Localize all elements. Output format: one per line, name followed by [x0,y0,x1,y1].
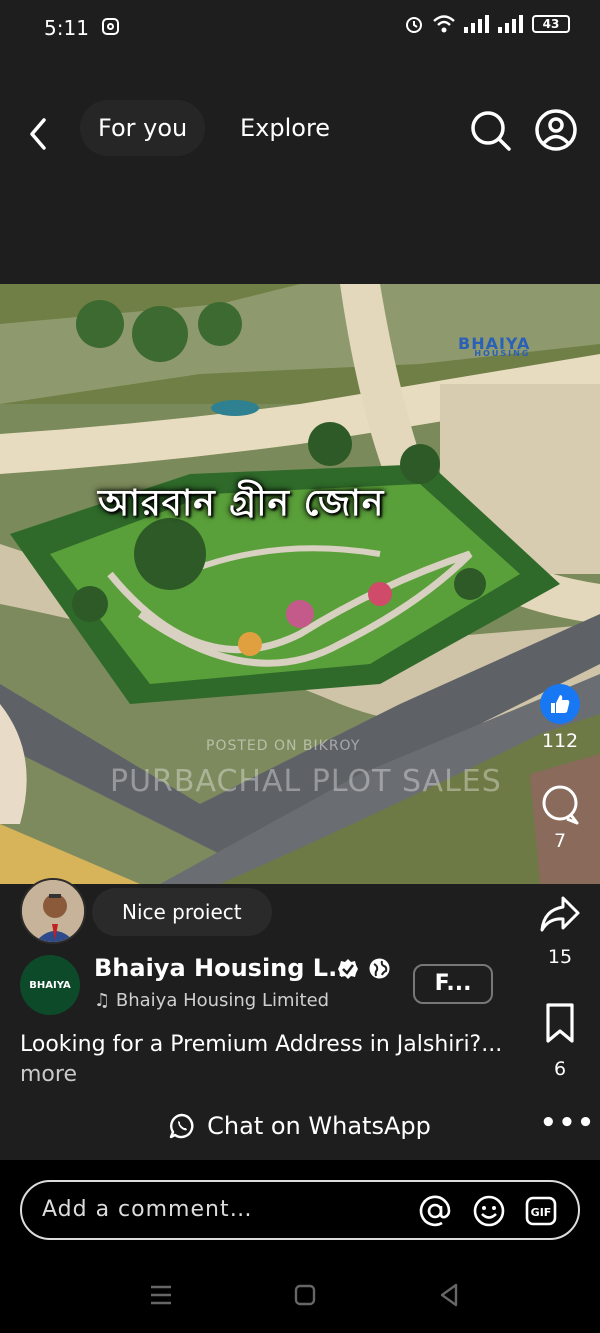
more-options-icon[interactable]: ••• [540,1108,594,1138]
watermark-posted-on: POSTED ON BIKROY [206,738,361,754]
back-arrow-icon[interactable] [22,116,58,152]
top-header: For you Explore [0,56,600,284]
music-note-icon: ♫ [94,990,111,1011]
instagram-icon [102,18,119,35]
audio-track[interactable]: ♫ Bhaiya Housing Limited [94,990,329,1011]
like-icon[interactable] [540,684,580,724]
audio-track-name: Bhaiya Housing Limited [115,990,330,1011]
verified-badge-icon [338,959,358,979]
system-nav-bar [0,1260,600,1333]
share-count: 15 [547,946,573,968]
signal-icon [464,15,489,33]
status-bar: 5:11 43 [0,0,600,56]
profile-icon[interactable] [534,108,578,152]
comment-placeholder: Add a comment… [42,1197,253,1222]
svg-text:GIF: GIF [531,1206,552,1219]
home-icon[interactable] [290,1280,320,1310]
comment-action[interactable]: 7 [528,784,592,852]
recent-apps-icon[interactable] [146,1280,176,1310]
caption-more-link[interactable]: more [20,1062,77,1087]
signal-icon-2 [498,15,523,33]
search-icon[interactable] [468,108,512,152]
whatsapp-icon [169,1113,194,1139]
follow-button[interactable]: F... [413,964,493,1004]
comment-count: 7 [553,830,567,852]
comment-input[interactable]: Add a comment… GIF [20,1180,580,1240]
caption-text: Looking for a Premium Address in Jalshir… [20,1032,503,1057]
save-count: 6 [553,1058,567,1080]
bookmark-icon[interactable] [543,1002,577,1044]
watermark-sales-text: PURBACHAL PLOT SALES [110,764,502,799]
tab-for-you[interactable]: For you [80,100,206,156]
alarm-icon [406,17,422,33]
commenter-avatar[interactable] [20,878,86,944]
wifi-icon [433,15,455,33]
whatsapp-cta-button[interactable]: Chat on WhatsApp [100,1098,500,1154]
tab-explore[interactable]: Explore [222,100,348,156]
like-action[interactable]: 112 [528,684,592,752]
globe-icon [369,958,390,979]
like-count: 112 [541,730,579,752]
save-action[interactable]: 6 [528,1002,592,1080]
post-caption[interactable]: Looking for a Premium Address in Jalshir… [20,1030,520,1090]
share-action[interactable]: 15 [528,894,592,968]
top-comment-bubble[interactable]: Nice proiect [92,888,272,936]
comment-icon[interactable] [540,784,580,826]
back-nav-icon[interactable] [434,1280,464,1310]
video-overlay-title: আরবান গ্রীন জোন [98,482,385,524]
mention-icon[interactable] [418,1194,452,1228]
battery-icon: 43 [532,15,570,33]
whatsapp-cta-label: Chat on WhatsApp [207,1112,431,1140]
gif-icon[interactable]: GIF [524,1194,558,1228]
share-icon[interactable] [539,894,581,934]
video-player[interactable]: আরবান গ্রীন জোন BHAIYA HOUSING POSTED ON… [0,284,600,884]
page-name[interactable]: Bhaiya Housing L... [94,954,355,982]
brand-watermark-logo: BHAIYA HOUSING [458,334,530,358]
status-icons: 43 [404,14,570,34]
page-avatar[interactable]: BHAIYA [20,955,80,1015]
status-time: 5:11 [44,16,89,40]
emoji-icon[interactable] [472,1194,506,1228]
